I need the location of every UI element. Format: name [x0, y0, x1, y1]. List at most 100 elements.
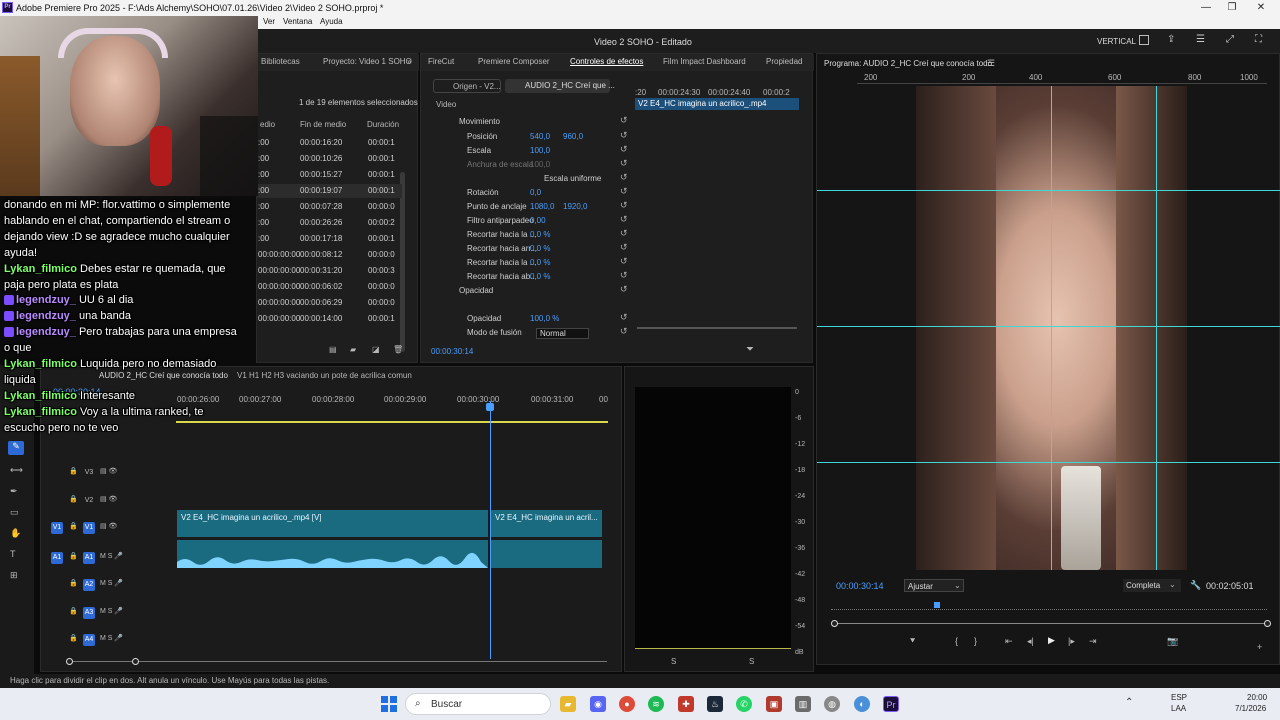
- obs-icon[interactable]: ◍: [824, 696, 840, 712]
- lock-icon[interactable]: 🔒: [69, 522, 78, 530]
- discord-icon[interactable]: ◉: [590, 696, 606, 712]
- zoom-handle-right[interactable]: [1264, 620, 1271, 627]
- text-tool-icon[interactable]: T: [10, 549, 16, 559]
- effects-timecode[interactable]: 00:00:30:14: [431, 347, 473, 356]
- reset-icon[interactable]: ↺: [620, 242, 628, 253]
- fx-value[interactable]: 100,0: [530, 160, 550, 169]
- work-area-bar[interactable]: [176, 421, 608, 423]
- timeline-tab-active[interactable]: AUDIO 2_HC Creí que conocía todo: [99, 371, 228, 380]
- playhead-line[interactable]: [490, 401, 491, 659]
- minimize-button[interactable]: —: [1194, 1, 1218, 15]
- fx-value[interactable]: 540,0: [530, 132, 550, 141]
- track-label-a2[interactable]: A2: [83, 579, 95, 591]
- reset-icon[interactable]: ↺: [620, 312, 628, 323]
- trash-icon[interactable]: 🗑: [393, 345, 403, 354]
- project-row[interactable]: :00 00:00:10:26 00:00:1: [257, 152, 402, 166]
- video-clip-a[interactable]: V2 E4_HC imagina un acrilico_.mp4 [V]: [177, 510, 488, 537]
- fx-value[interactable]: 0,0 %: [530, 230, 550, 239]
- filter-icon[interactable]: ⏷: [746, 344, 754, 355]
- browser-icon[interactable]: ◐: [854, 696, 870, 712]
- fx-value[interactable]: 0,0 %: [530, 244, 550, 253]
- reset-icon[interactable]: ↺: [620, 200, 628, 211]
- audio-track-controls[interactable]: M S 🎤: [100, 634, 123, 642]
- project-row[interactable]: :00 00:00:26:26 00:00:2: [257, 216, 402, 230]
- zoom-handle-left[interactable]: [831, 620, 838, 627]
- whatsapp-icon[interactable]: ✆: [736, 696, 752, 712]
- tab-bibliotecas[interactable]: Bibliotecas: [261, 57, 300, 66]
- go-to-in-icon[interactable]: ⇤: [1005, 636, 1013, 647]
- column-start[interactable]: edio: [260, 120, 275, 129]
- menu-ayuda[interactable]: Ayuda: [320, 17, 343, 26]
- chrome-icon[interactable]: ●: [619, 696, 635, 712]
- marker-icon[interactable]: ⯆: [909, 636, 916, 647]
- windows-start-icon[interactable]: [381, 696, 397, 712]
- program-menu-icon[interactable]: ☰: [987, 58, 995, 69]
- reset-icon[interactable]: ↺: [620, 158, 628, 169]
- project-row[interactable]: :00 00:00:15:27 00:00:1: [257, 168, 402, 182]
- lock-icon[interactable]: 🔒: [69, 634, 78, 642]
- file-explorer-icon[interactable]: ▰: [560, 696, 576, 712]
- workspace-label[interactable]: VERTICAL: [1097, 37, 1136, 46]
- step-forward-icon[interactable]: |▸: [1068, 636, 1075, 647]
- ripple-tool-icon[interactable]: ⟷: [10, 465, 23, 476]
- project-row[interactable]: :00 00:00:19:07 00:00:1: [257, 184, 402, 198]
- menu-ventana[interactable]: Ventana: [283, 17, 312, 26]
- program-zoom-bar[interactable]: [834, 623, 1268, 624]
- reset-icon[interactable]: ↺: [620, 326, 628, 337]
- program-timecode[interactable]: 00:00:30:14: [836, 581, 884, 591]
- track-label-a3[interactable]: A3: [83, 607, 95, 619]
- project-row[interactable]: 00:00:00:00 00:00:08:12 00:00:0: [257, 248, 402, 262]
- reset-icon[interactable]: ↺: [620, 144, 628, 155]
- app-icon-voice[interactable]: ▣: [766, 696, 782, 712]
- steam-icon[interactable]: ♨: [707, 696, 723, 712]
- fx-value[interactable]: 0,0 %: [530, 272, 550, 281]
- timeline-zoom-bar[interactable]: [69, 661, 607, 662]
- razor-tool-icon[interactable]: ✎: [8, 441, 24, 455]
- column-end[interactable]: Fin de medio: [300, 120, 346, 129]
- solo-left[interactable]: S: [671, 657, 676, 666]
- clip-bar[interactable]: V2 E4_HC imagina un acrilico_.mp4: [635, 98, 799, 110]
- share-icon[interactable]: ⇪: [1167, 34, 1175, 45]
- lock-icon[interactable]: 🔒: [69, 467, 78, 475]
- expand-icon[interactable]: ⤢: [1226, 34, 1234, 45]
- reset-icon[interactable]: ↺: [620, 284, 628, 295]
- audio-clip-b[interactable]: [490, 540, 602, 568]
- audio-track-controls[interactable]: M S 🎤: [100, 552, 123, 560]
- rectangle-tool-icon[interactable]: ▭: [10, 507, 19, 518]
- video-track-controls[interactable]: ▤ 👁: [100, 467, 117, 475]
- play-icon[interactable]: ▶: [1048, 635, 1055, 646]
- premiere-taskbar-icon[interactable]: Pr: [883, 696, 899, 712]
- source-patch-a1[interactable]: A1: [51, 552, 63, 564]
- timeline-zoom-left[interactable]: [66, 658, 73, 665]
- video-track-controls[interactable]: ▤ 👁: [100, 522, 117, 530]
- tab-proyecto[interactable]: Proyecto: Video 1 SOHO: [323, 57, 412, 66]
- lang-label[interactable]: ESP: [1171, 693, 1187, 702]
- reset-icon[interactable]: ↺: [620, 270, 628, 281]
- tab-propiedades[interactable]: Propiedad: [766, 57, 802, 66]
- audio-track-controls[interactable]: M S 🎤: [100, 579, 123, 587]
- reset-icon[interactable]: ↺: [620, 130, 628, 141]
- video-track-controls[interactable]: ▤ 👁: [100, 495, 117, 503]
- in-point-icon[interactable]: {: [955, 636, 958, 646]
- menu-icon[interactable]: ☰: [1196, 34, 1205, 45]
- track-label-v1[interactable]: V1: [83, 522, 95, 534]
- reset-icon[interactable]: ↺: [620, 228, 628, 239]
- new-bin-icon[interactable]: ▤: [329, 345, 337, 354]
- clock-date[interactable]: 7/1/2026: [1235, 704, 1266, 713]
- project-row[interactable]: 00:00:00:00 00:00:14:00 00:00:1: [257, 312, 402, 326]
- caption-tool-icon[interactable]: ⊞: [10, 570, 18, 581]
- tab-firecut[interactable]: FireCut: [428, 57, 454, 66]
- fx-value[interactable]: 0,0 %: [530, 258, 550, 267]
- step-back-icon[interactable]: ◂|: [1027, 636, 1034, 647]
- source-patch-v1[interactable]: V1: [51, 522, 63, 534]
- lock-icon[interactable]: 🔒: [69, 495, 78, 503]
- fx-value[interactable]: 100,0: [530, 146, 550, 155]
- sequence-tab[interactable]: AUDIO 2_HC Creí que ...: [505, 79, 615, 93]
- menu-ver[interactable]: Ver: [263, 17, 275, 26]
- tab-overflow[interactable]: »: [407, 57, 411, 66]
- timeline-tab-2[interactable]: V1 H1 H2 H3 vaciando un pote de acrilica…: [237, 371, 412, 380]
- lock-icon[interactable]: 🔒: [69, 607, 78, 615]
- export-frame-icon[interactable]: 📷: [1167, 636, 1178, 647]
- reset-icon[interactable]: ↺: [620, 172, 628, 183]
- project-row[interactable]: :00 00:00:17:18 00:00:1: [257, 232, 402, 246]
